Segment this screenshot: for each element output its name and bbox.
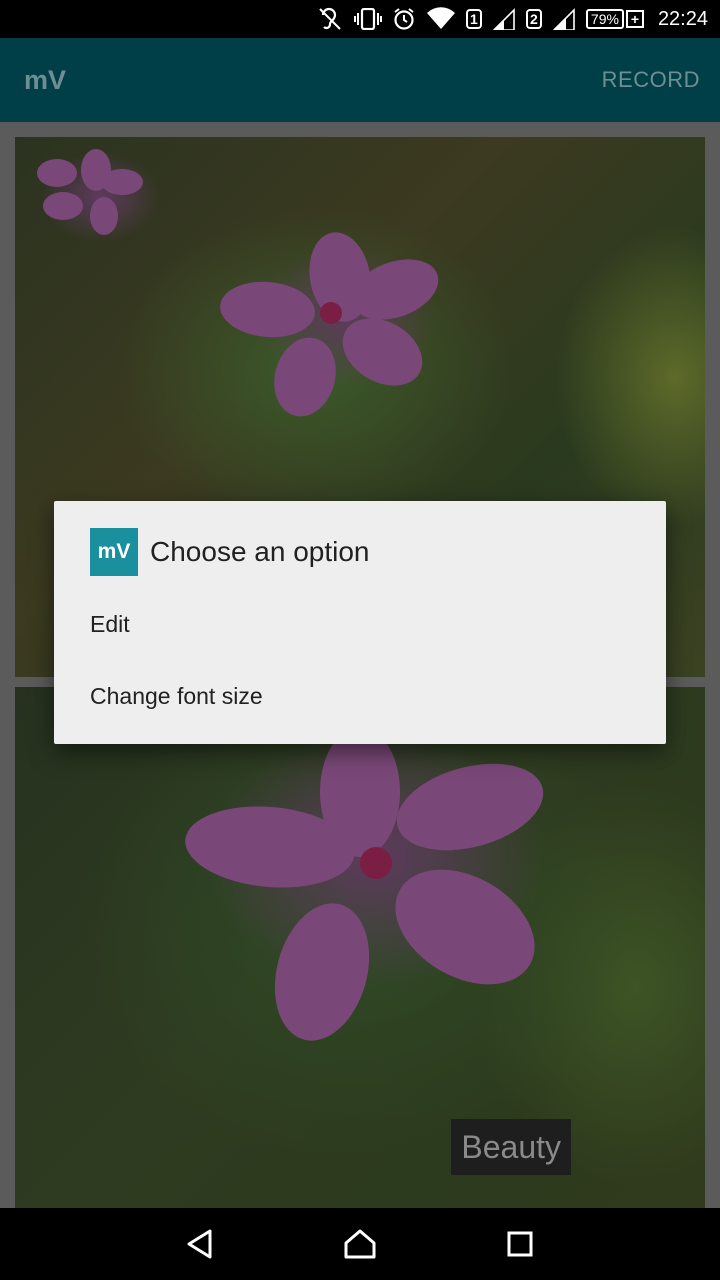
flower-petal — [387, 748, 553, 866]
dialog-title: Choose an option — [150, 536, 370, 567]
flower-petal — [265, 330, 345, 424]
alarm-icon — [392, 7, 416, 31]
record-button[interactable]: RECORD — [602, 67, 700, 93]
options-dialog: mV Choose an option Edit Change font siz… — [54, 501, 666, 744]
home-icon[interactable] — [340, 1224, 380, 1264]
flower-petal — [260, 892, 384, 1052]
battery-charging-icon: 79% + — [585, 9, 644, 29]
option-edit[interactable]: Edit — [90, 611, 130, 638]
vibrate-icon — [353, 8, 382, 30]
battery-level: 79% — [585, 9, 624, 29]
signal-icon — [552, 8, 576, 30]
sim1-badge: 1 — [465, 9, 482, 29]
app-bar: mV RECORD — [0, 38, 720, 122]
recents-icon[interactable] — [500, 1224, 540, 1264]
signal-icon — [492, 8, 516, 30]
flower-petal — [37, 159, 77, 187]
app-title: mV — [24, 64, 67, 95]
back-icon[interactable] — [180, 1224, 220, 1264]
image-card[interactable]: Beauty — [15, 687, 705, 1208]
hearing-aid-icon — [318, 7, 344, 31]
status-bar: 1 2 79% + 22:24 — [0, 0, 720, 38]
charging-plus-icon: + — [625, 10, 644, 28]
clock: 22:24 — [657, 7, 708, 30]
flower-center — [360, 847, 392, 879]
flower-petal — [90, 197, 118, 235]
sim2-badge: 2 — [525, 9, 542, 29]
image-caption: Beauty — [451, 1119, 571, 1175]
flower-petal — [43, 192, 83, 220]
flower-petal — [217, 277, 318, 342]
flower-petal — [101, 169, 143, 195]
flower-center — [320, 302, 342, 324]
dialog-header: mV Choose an option — [90, 528, 370, 576]
option-change-font-size[interactable]: Change font size — [90, 683, 263, 710]
flower-petal — [375, 846, 555, 1008]
wifi-icon — [426, 7, 456, 31]
navigation-bar — [0, 1208, 720, 1280]
app-icon: mV — [90, 528, 138, 576]
